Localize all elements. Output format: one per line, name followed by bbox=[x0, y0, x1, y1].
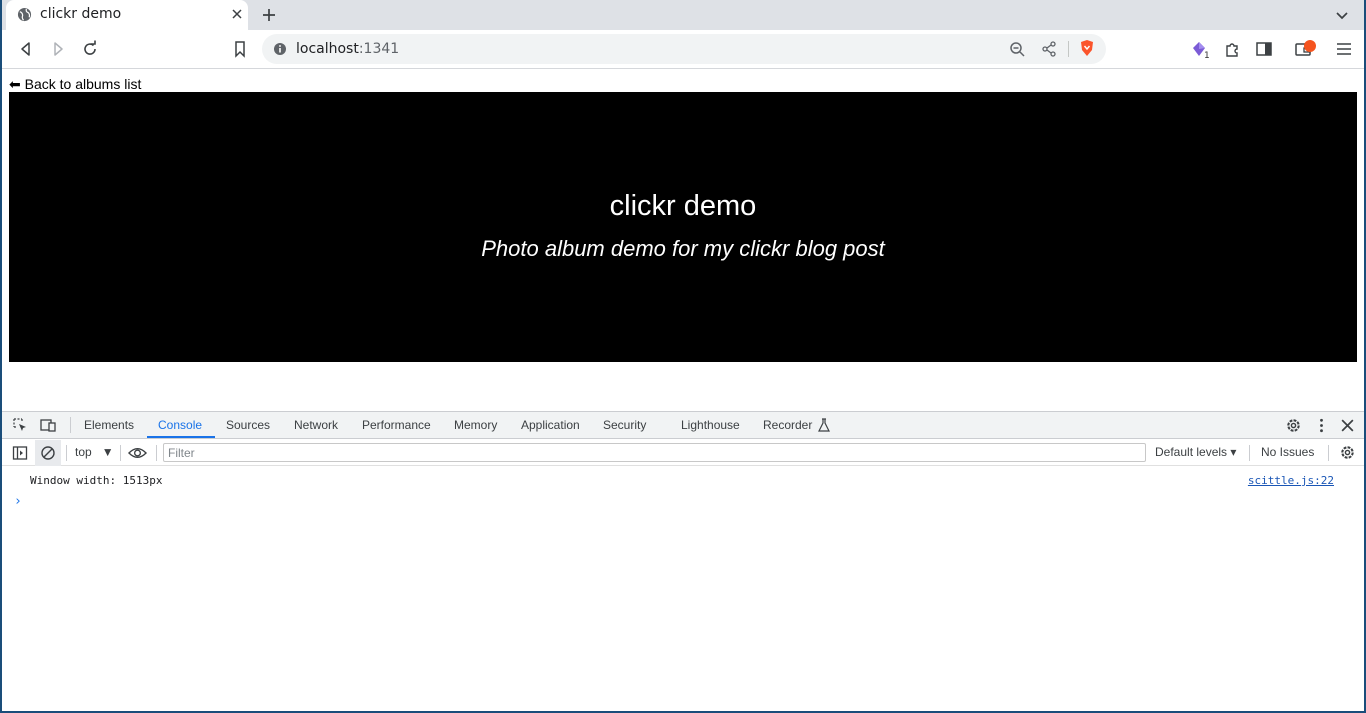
log-levels-dropdown[interactable]: Default levels ▾ bbox=[1155, 445, 1236, 459]
chevron-down-icon[interactable] bbox=[1334, 7, 1350, 23]
hero-subtitle: Photo album demo for my clickr blog post bbox=[481, 236, 885, 261]
hero-title: clickr demo bbox=[609, 190, 757, 222]
tab-recorder[interactable]: Recorder bbox=[763, 418, 812, 432]
puzzle-icon[interactable] bbox=[1223, 40, 1241, 58]
back-icon[interactable] bbox=[17, 40, 35, 58]
globe-icon bbox=[17, 7, 32, 22]
clear-console-button[interactable] bbox=[35, 440, 61, 466]
url-text: localhost:1341 bbox=[296, 41, 400, 57]
address-bar[interactable]: localhost:1341 bbox=[262, 34, 1106, 64]
share-icon[interactable] bbox=[1040, 40, 1058, 58]
tab-application[interactable]: Application bbox=[521, 418, 580, 432]
hero-banner: clickr demo Photo album demo for my clic… bbox=[9, 92, 1357, 362]
back-to-albums-link[interactable]: ⬅ Back to albums list bbox=[9, 76, 141, 93]
gear-icon[interactable] bbox=[1285, 417, 1302, 434]
inspect-element-icon[interactable] bbox=[12, 417, 28, 433]
reload-icon[interactable] bbox=[81, 40, 99, 58]
tab-security[interactable]: Security bbox=[603, 418, 646, 432]
divider bbox=[1068, 41, 1069, 57]
console-filter-input[interactable] bbox=[163, 443, 1146, 462]
new-tab-icon[interactable] bbox=[261, 7, 277, 23]
console-prompt-icon[interactable]: › bbox=[14, 494, 22, 509]
sidebar-icon[interactable] bbox=[1255, 40, 1273, 58]
tab-memory[interactable]: Memory bbox=[454, 418, 497, 432]
more-vert-icon[interactable] bbox=[1313, 417, 1330, 434]
tab-network[interactable]: Network bbox=[294, 418, 338, 432]
site-info-icon[interactable] bbox=[273, 42, 287, 56]
divider bbox=[1249, 445, 1250, 461]
console-source-link[interactable]: scittle.js:22 bbox=[1248, 474, 1334, 487]
tab-sources[interactable]: Sources bbox=[226, 418, 270, 432]
extension-badge: 1 bbox=[1204, 51, 1210, 61]
divider bbox=[66, 445, 67, 461]
sidebar-toggle-icon[interactable] bbox=[12, 445, 28, 461]
divider bbox=[156, 445, 157, 461]
console-toolbar: top ▼ Default levels ▾ No Issues bbox=[2, 440, 1364, 466]
browser-toolbar: localhost:1341 1 bbox=[2, 30, 1364, 69]
bookmark-icon[interactable] bbox=[231, 40, 249, 58]
tab-strip: clickr demo bbox=[2, 0, 1364, 30]
brave-shield-icon[interactable] bbox=[1078, 39, 1096, 57]
issues-counter[interactable]: No Issues bbox=[1261, 445, 1314, 459]
console-settings-icon[interactable] bbox=[1339, 444, 1356, 461]
tab-title: clickr demo bbox=[40, 6, 122, 22]
tab-lighthouse[interactable]: Lighthouse bbox=[681, 418, 740, 432]
page-content: ⬅ Back to albums list clickr demo Photo … bbox=[2, 70, 1364, 411]
forward-icon[interactable] bbox=[49, 40, 67, 58]
device-toolbar-icon[interactable] bbox=[40, 417, 56, 433]
close-icon[interactable] bbox=[230, 7, 244, 21]
divider bbox=[1328, 445, 1329, 461]
console-message: Window width: 1513px scittle.js:22 bbox=[2, 467, 1364, 489]
divider bbox=[120, 445, 121, 461]
clear-icon bbox=[41, 446, 55, 460]
context-select[interactable]: top ▼ bbox=[75, 445, 114, 459]
tab-performance[interactable]: Performance bbox=[362, 418, 431, 432]
browser-tab[interactable]: clickr demo bbox=[6, 0, 248, 30]
hamburger-menu-icon[interactable] bbox=[1335, 40, 1353, 58]
console-message-text: Window width: 1513px bbox=[30, 474, 163, 487]
devtools-panel: Elements Console Sources Network Perform… bbox=[2, 411, 1364, 711]
eye-icon[interactable] bbox=[128, 445, 147, 461]
tab-console[interactable]: Console bbox=[158, 418, 202, 432]
zoom-out-icon[interactable] bbox=[1008, 40, 1026, 58]
flask-icon bbox=[818, 418, 830, 432]
divider bbox=[70, 417, 71, 433]
close-icon[interactable] bbox=[1340, 418, 1355, 433]
devtools-tab-bar: Elements Console Sources Network Perform… bbox=[2, 412, 1364, 439]
notification-dot bbox=[1304, 40, 1316, 52]
active-tab-indicator bbox=[147, 436, 215, 438]
tab-elements[interactable]: Elements bbox=[84, 418, 134, 432]
browser-window: clickr demo localhost:1341 1 ⬅ Back to a… bbox=[0, 0, 1366, 713]
